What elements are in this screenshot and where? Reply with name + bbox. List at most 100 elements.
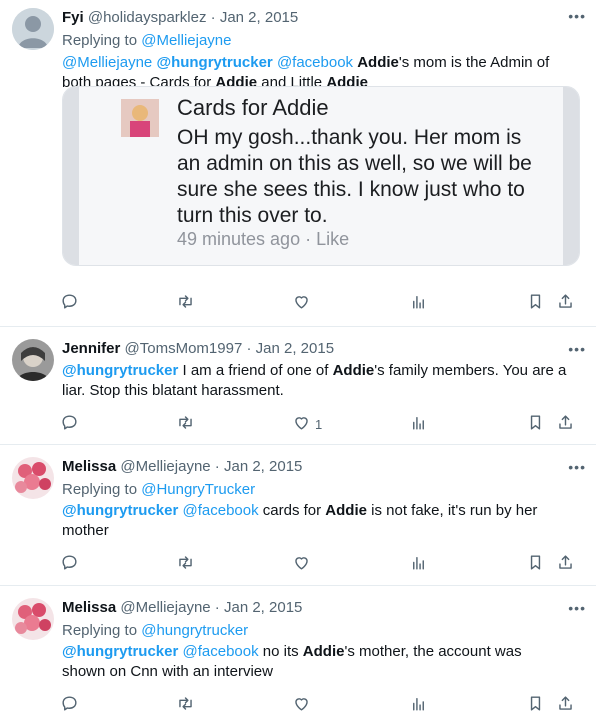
embedded-image[interactable]: Cards for Addie OH my gosh...thank you. … <box>62 86 580 266</box>
page-name: Cards for Addie <box>177 95 329 120</box>
tweet[interactable]: Melissa @Melliejayne · Jan 2, 2015 Reply… <box>0 586 596 726</box>
bookmark-button[interactable] <box>526 413 545 435</box>
separator-dot: · <box>210 599 224 616</box>
bookmark-button[interactable] <box>526 553 545 575</box>
retweet-icon <box>176 292 195 314</box>
replying-to: Replying to @hungrytrucker <box>62 620 580 641</box>
more-icon[interactable]: ••• <box>568 341 586 357</box>
more-icon[interactable]: ••• <box>568 459 586 475</box>
share-button[interactable] <box>556 694 575 716</box>
retweet-icon <box>176 413 195 435</box>
handle[interactable]: @holidaysparklez <box>88 9 207 26</box>
text-segment: no its <box>258 643 303 660</box>
bookmark-icon <box>526 694 545 716</box>
tweet-text: @hungrytrucker I am a friend of one of A… <box>62 361 574 401</box>
replying-to-handle[interactable]: @HungryTrucker <box>141 481 255 498</box>
reply-button[interactable] <box>60 413 79 435</box>
like-icon <box>292 694 311 716</box>
avatar[interactable] <box>12 457 54 499</box>
page-thumbnail <box>121 99 159 137</box>
more-icon[interactable]: ••• <box>568 8 586 24</box>
separator-dot: · <box>206 9 220 26</box>
display-name[interactable]: Fyi <box>62 9 84 26</box>
views-icon <box>409 413 428 435</box>
avatar[interactable] <box>12 8 54 50</box>
replying-to-handle[interactable]: @Melliejayne <box>141 32 231 49</box>
comment-meta: 49 minutes ago · Like <box>177 229 350 249</box>
mention-link[interactable]: @hungrytrucker <box>62 643 178 660</box>
like-button[interactable] <box>292 292 315 314</box>
display-name[interactable]: Jennifer <box>62 340 120 357</box>
reply-icon <box>60 694 79 716</box>
handle[interactable]: @Melliejayne <box>120 599 210 616</box>
views-button[interactable] <box>409 694 428 716</box>
replying-to-handle[interactable]: @hungrytrucker <box>141 622 248 639</box>
bookmark-button[interactable] <box>526 292 545 314</box>
reply-icon <box>60 413 79 435</box>
share-button[interactable] <box>556 553 575 575</box>
embed-gutter-right <box>563 87 579 265</box>
mention-link[interactable]: @facebook <box>277 54 353 71</box>
mention-link[interactable]: @facebook <box>183 502 259 519</box>
highlighted-term: Addie <box>357 54 399 71</box>
action-bar <box>0 694 596 716</box>
views-icon <box>409 694 428 716</box>
bookmark-icon <box>526 413 545 435</box>
display-name[interactable]: Melissa <box>62 599 116 616</box>
replying-to-label: Replying to <box>62 622 142 639</box>
retweet-icon <box>176 694 195 716</box>
tweet-header: Jennifer @TomsMom1997 · Jan 2, 2015 <box>62 339 580 359</box>
share-button[interactable] <box>556 292 575 314</box>
comment-text: OH my gosh...thank you. Her mom is an ad… <box>177 126 532 227</box>
bookmark-button[interactable] <box>526 694 545 716</box>
retweet-button[interactable] <box>176 553 195 575</box>
tweet[interactable]: Jennifer @TomsMom1997 · Jan 2, 2015 @hun… <box>0 327 596 445</box>
mention-link[interactable]: @Melliejayne <box>62 54 152 71</box>
reply-icon <box>60 292 79 314</box>
like-icon <box>292 292 311 314</box>
views-icon <box>409 553 428 575</box>
tweet-date[interactable]: Jan 2, 2015 <box>256 340 334 357</box>
tweet[interactable]: Fyi @holidaysparklez · Jan 2, 2015 Reply… <box>0 0 596 327</box>
reply-button[interactable] <box>60 292 79 314</box>
like-button[interactable] <box>292 553 315 575</box>
retweet-button[interactable] <box>176 694 195 716</box>
highlighted-term: Addie <box>302 643 345 660</box>
highlighted-term: Addie <box>332 362 375 379</box>
reply-button[interactable] <box>60 694 79 716</box>
like-icon <box>292 553 311 575</box>
views-button[interactable] <box>409 413 428 435</box>
like-count: 1 <box>315 416 323 432</box>
display-name[interactable]: Melissa <box>62 458 116 475</box>
more-icon[interactable]: ••• <box>568 600 586 616</box>
action-bar <box>0 292 596 314</box>
reply-button[interactable] <box>60 553 79 575</box>
mention-link[interactable]: @hungrytrucker <box>156 54 272 71</box>
replying-to: Replying to @HungryTrucker <box>62 479 580 500</box>
mention-link[interactable]: @hungrytrucker <box>62 362 178 379</box>
text-segment: I am a friend of one of <box>178 362 333 379</box>
like-button[interactable]: 1 <box>292 413 322 435</box>
retweet-button[interactable] <box>176 413 195 435</box>
views-button[interactable] <box>409 553 428 575</box>
handle[interactable]: @Melliejayne <box>120 458 210 475</box>
tweet-header: Fyi @holidaysparklez · Jan 2, 2015 <box>62 8 580 28</box>
views-button[interactable] <box>409 292 428 314</box>
mention-link[interactable]: @facebook <box>183 643 259 660</box>
retweet-button[interactable] <box>176 292 195 314</box>
bookmark-icon <box>526 292 545 314</box>
action-bar <box>0 553 596 575</box>
tweet-date[interactable]: Jan 2, 2015 <box>224 458 302 475</box>
avatar[interactable] <box>12 598 54 640</box>
highlighted-term: Addie <box>325 502 367 519</box>
tweet[interactable]: Melissa @Melliejayne · Jan 2, 2015 Reply… <box>0 445 596 586</box>
like-button[interactable] <box>292 694 315 716</box>
mention-link[interactable]: @hungrytrucker <box>62 502 178 519</box>
avatar[interactable] <box>12 339 54 381</box>
handle[interactable]: @TomsMom1997 <box>125 340 243 357</box>
tweet-text: @hungrytrucker @facebook no its Addie's … <box>62 642 562 682</box>
tweet-date[interactable]: Jan 2, 2015 <box>224 599 302 616</box>
share-icon <box>556 292 575 314</box>
share-button[interactable] <box>556 413 575 435</box>
tweet-date[interactable]: Jan 2, 2015 <box>220 9 298 26</box>
